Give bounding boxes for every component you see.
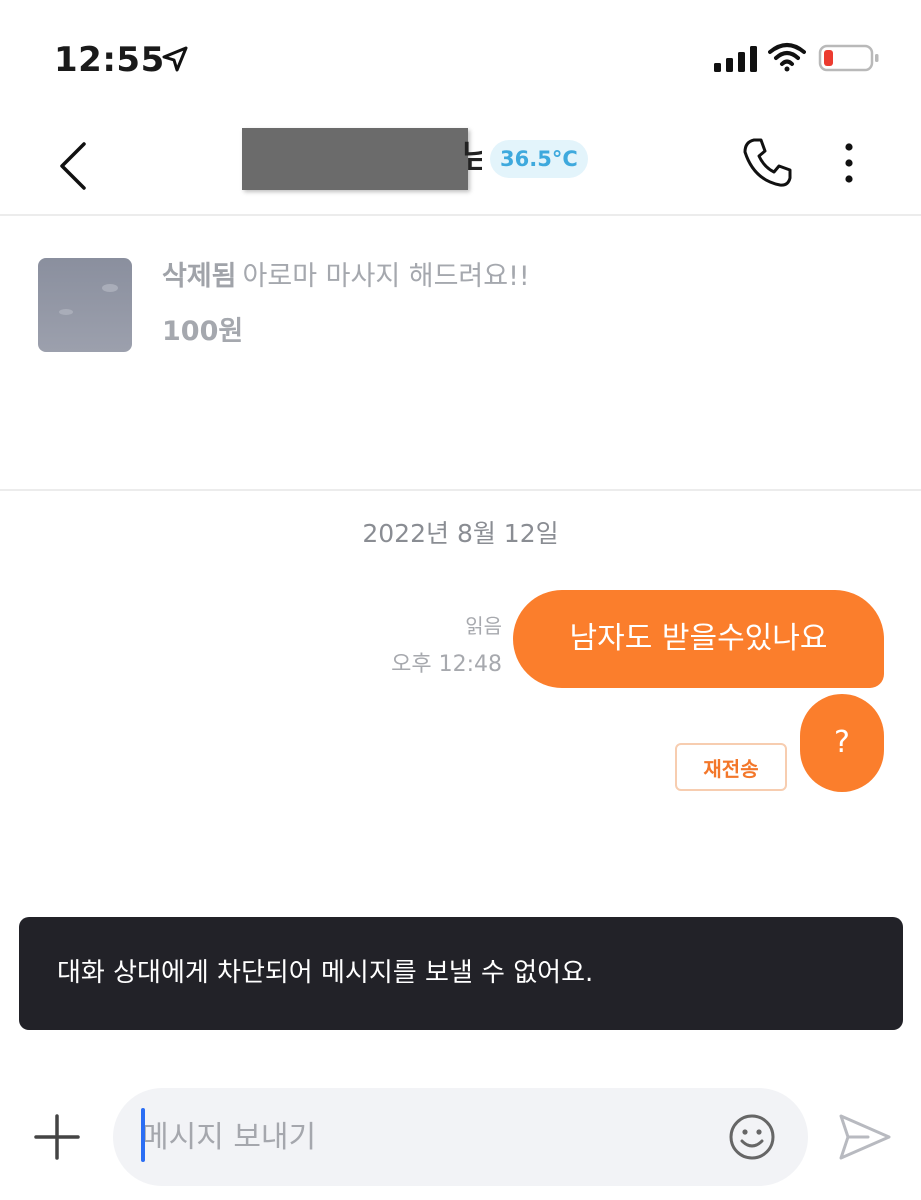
phone-icon[interactable] — [740, 136, 794, 190]
redacted-user-name — [242, 128, 468, 190]
status-time: 12:55 — [54, 40, 165, 80]
user-name-suffix: 님 — [462, 137, 482, 175]
signal-icon — [714, 46, 757, 72]
battery-low-icon — [818, 44, 879, 72]
product-price: 100원 — [162, 316, 244, 347]
wifi-icon — [768, 43, 806, 72]
header-divider — [0, 214, 921, 216]
product-title: 아로마 마사지 해드려요!! — [242, 261, 530, 292]
manner-temperature-badge[interactable]: 36.5°C — [490, 140, 588, 178]
message-input[interactable] — [141, 1088, 701, 1186]
product-status-label: 삭제됨 — [162, 261, 237, 292]
product-divider — [0, 489, 921, 491]
product-thumbnail[interactable] — [38, 258, 132, 352]
back-button[interactable] — [52, 138, 96, 194]
message-input-container[interactable] — [113, 1088, 808, 1186]
chat-date: 2022년 8월 12일 — [362, 519, 559, 548]
more-vertical-icon[interactable] — [836, 140, 862, 186]
location-arrow-icon — [162, 46, 188, 72]
blocked-toast: 대화 상대에게 차단되어 메시지를 보낼 수 없어요. — [19, 917, 903, 1030]
message-bubble-failed[interactable]: ? — [800, 694, 884, 792]
smile-icon[interactable] — [727, 1112, 777, 1162]
product-title-line[interactable]: 삭제됨 아로마 마사지 해드려요!! — [162, 258, 530, 296]
message-bubble[interactable]: 남자도 받을수있나요 — [513, 590, 884, 688]
read-receipt: 읽음 — [465, 614, 502, 638]
plus-icon[interactable] — [32, 1112, 82, 1162]
message-time: 오후 12:48 — [391, 652, 502, 677]
send-icon[interactable] — [838, 1112, 892, 1162]
text-cursor — [141, 1108, 145, 1162]
cloud-icon — [59, 284, 118, 315]
resend-button[interactable]: 재전송 — [675, 743, 787, 791]
